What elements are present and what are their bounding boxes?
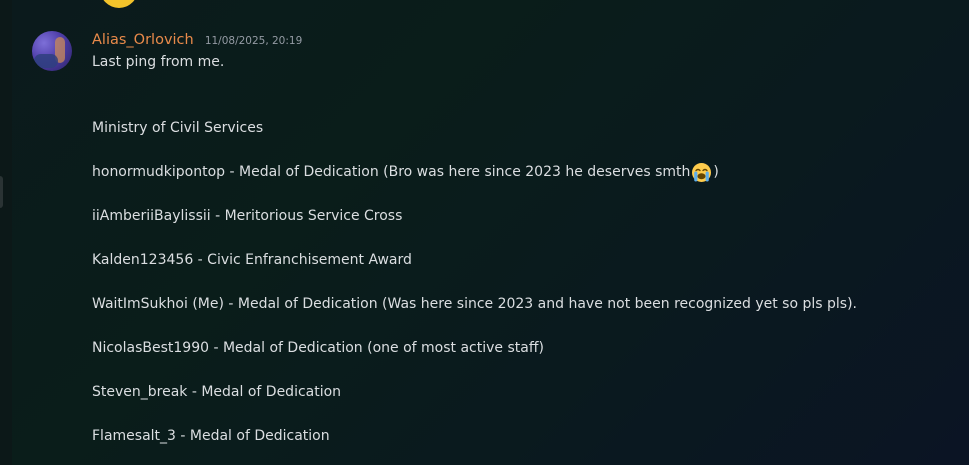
- award-entry: NicolasBest1990 - Medal of Dedication (o…: [92, 340, 544, 356]
- section-heading: Ministry of Civil Services: [92, 120, 264, 136]
- message-content: Last ping from me. Ministry of Civil Ser…: [92, 51, 857, 447]
- message-timestamp[interactable]: 11/08/2025, 20:19: [205, 35, 302, 47]
- award-entry: Flamesalt_3 - Medal of Dedication: [92, 428, 330, 444]
- author-username[interactable]: Alias_Orlovich: [92, 32, 194, 48]
- award-entry: Kalden123456 - Civic Enfranchisement Awa…: [92, 252, 412, 268]
- award-entry-suffix: ): [713, 164, 719, 180]
- user-avatar[interactable]: [32, 31, 72, 71]
- message-header: Alias_Orlovich 11/08/2025, 20:19: [92, 29, 302, 48]
- message-line: Last ping from me.: [92, 54, 225, 70]
- award-entry-text: honormudkipontop - Medal of Dedication (…: [92, 164, 691, 180]
- reaction-emoji-partial: [100, 0, 138, 8]
- channel-list-edge: [0, 0, 12, 465]
- award-entry: iiAmberiiBaylissii - Meritorious Service…: [92, 208, 403, 224]
- resize-handle[interactable]: [0, 176, 3, 208]
- sob-emoji-icon: [691, 162, 712, 183]
- award-entry: WaitImSukhoi (Me) - Medal of Dedication …: [92, 296, 857, 312]
- award-entry: Steven_break - Medal of Dedication: [92, 384, 342, 400]
- award-entry: honormudkipontop - Medal of Dedication (…: [92, 161, 857, 183]
